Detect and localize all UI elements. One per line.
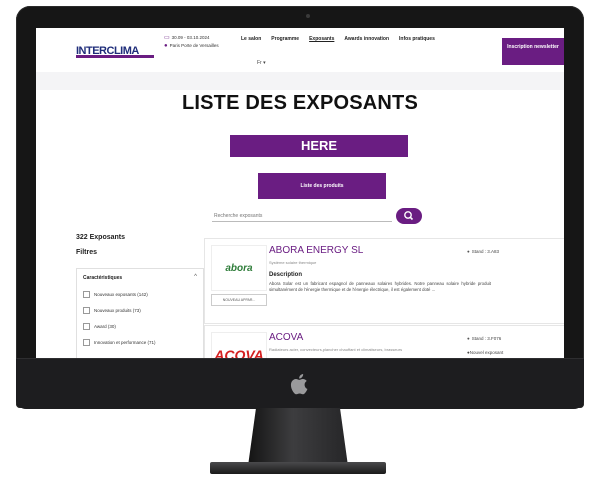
language-selector[interactable]: Fr ▾	[257, 60, 266, 66]
filters-sidebar: 322 Exposants Filtres Caractéristiques ^…	[76, 234, 206, 358]
stand-number: Stand : 3.A83	[471, 249, 499, 254]
filter-item[interactable]: Innovation et performance (71)	[83, 339, 156, 346]
site-header: INTERCLIMA ▭ 30.09 - 03.10.2024 ● Paris Po…	[36, 28, 564, 72]
checkbox[interactable]	[83, 307, 90, 314]
here-banner: HERE	[230, 135, 408, 157]
logo-underline	[76, 55, 154, 58]
filter-label: Nouveaux exposants (142)	[94, 292, 148, 297]
exhibitor-description: Abora Solar est un fabricant espagnol de…	[269, 281, 491, 292]
stand-number: Stand : 3.F076	[471, 336, 502, 341]
monitor-stand	[248, 408, 348, 466]
exhibitor-logo-text: abora	[225, 262, 253, 274]
filter-group: Caractéristiques ^ Nouveaux exposants (1…	[76, 268, 204, 358]
stand-info: ● Stand : 3.F076	[467, 336, 501, 341]
product-list-button[interactable]: Liste des produits	[258, 173, 386, 199]
search-input[interactable]	[212, 210, 392, 222]
location-pin-icon: ●	[467, 249, 470, 254]
search-icon	[404, 211, 414, 221]
exhibitor-name[interactable]: ABORA ENERGY SL	[269, 245, 363, 256]
new-exhibitor-badge: ●Nouvel exposant	[467, 350, 503, 355]
filter-item[interactable]: Award (30)	[83, 323, 116, 330]
main-nav: Le salon Programme Exposants Awards inno…	[241, 36, 435, 42]
event-location: Paris Porte de Versailles	[169, 43, 219, 48]
exhibitor-category: Radiateurs acier, convecteurs,plancher c…	[269, 347, 403, 352]
checkbox[interactable]	[83, 323, 90, 330]
page-title: LISTE DES EXPOSANTS	[181, 92, 419, 114]
chevron-up-icon[interactable]: ^	[194, 274, 197, 280]
language-label: Fr	[257, 60, 262, 66]
apple-logo-icon	[290, 374, 308, 395]
filters-title: Filtres	[76, 249, 98, 256]
nav-infos[interactable]: Infos pratiques	[399, 36, 435, 42]
location-pin-icon: ●	[164, 43, 168, 49]
description-heading: Description	[269, 272, 303, 278]
nav-programme[interactable]: Programme	[271, 36, 299, 42]
exhibitor-name[interactable]: ACOVA	[269, 332, 303, 343]
exhibitor-card[interactable]: ACOVA ACOVA Radiateurs acier, convecteur…	[204, 325, 564, 358]
filter-group-title[interactable]: Caractéristiques	[83, 275, 122, 281]
newsletter-button[interactable]: Inscription newsletter	[502, 38, 564, 65]
stand-info: ● Stand : 3.A83	[467, 249, 499, 254]
interclima-logo[interactable]: INTERCLIMA	[76, 41, 154, 58]
exhibitor-card[interactable]: abora NOUVEAU APPAR... ABORA ENERGY SL S…	[204, 238, 564, 324]
nav-le-salon[interactable]: Le salon	[241, 36, 261, 42]
exhibitor-count: 322 Exposants	[76, 234, 126, 241]
filter-label: Nouveaux produits (73)	[94, 308, 141, 313]
camera-icon	[306, 14, 310, 18]
checkbox[interactable]	[83, 291, 90, 298]
chevron-down-icon: ▾	[263, 60, 266, 66]
nav-exposants[interactable]: Exposants	[309, 36, 334, 42]
monitor-screen: INTERCLIMA ▭ 30.09 - 03.10.2024 ● Paris Po…	[36, 28, 564, 358]
filter-label: Innovation et performance (71)	[94, 340, 156, 345]
location-pin-icon: ●	[467, 336, 470, 341]
filter-label: Award (30)	[94, 324, 116, 329]
exhibitor-logo-text: ACOVA	[214, 347, 264, 358]
search-button[interactable]	[396, 208, 422, 224]
search-bar	[212, 208, 422, 224]
event-date: 30.09 - 03.10.2024	[171, 35, 210, 40]
checkbox[interactable]	[83, 339, 90, 346]
exhibitor-logo[interactable]: ACOVA	[211, 332, 267, 358]
filter-item[interactable]: Nouveaux produits (73)	[83, 307, 141, 314]
filter-item[interactable]: Nouveaux exposants (142)	[83, 291, 148, 298]
exhibitor-category: Système solaire thermique	[269, 260, 317, 265]
calendar-icon: ▭	[164, 35, 170, 41]
new-product-badge[interactable]: NOUVEAU APPAR...	[211, 294, 267, 306]
monitor-stand-base	[210, 462, 386, 474]
nav-awards[interactable]: Awards innovation	[344, 36, 389, 42]
header-band	[36, 72, 564, 90]
new-exhibitor-label: Nouvel exposant	[469, 350, 504, 355]
exhibitor-logo[interactable]: abora	[211, 245, 267, 291]
event-info: ▭ 30.09 - 03.10.2024 ● Paris Porte de Vers…	[164, 34, 219, 50]
